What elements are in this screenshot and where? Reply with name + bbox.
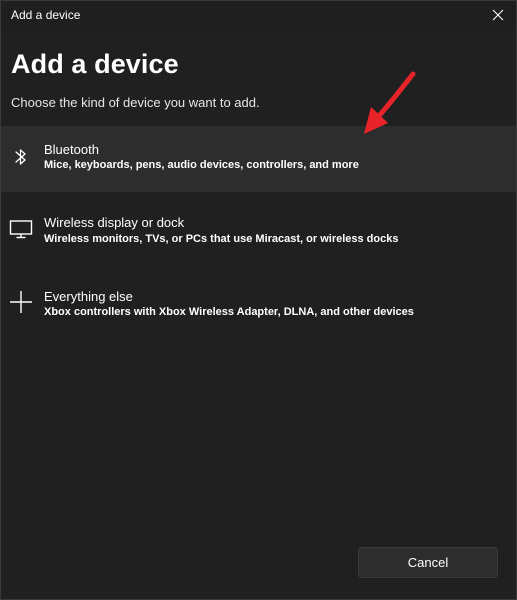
option-name: Wireless display or dock [44,215,185,230]
option-name: Everything else [44,289,133,304]
option-description: Mice, keyboards, pens, audio devices, co… [44,159,359,171]
cancel-button[interactable]: Cancel [358,547,498,578]
option-bluetooth[interactable]: Bluetooth Mice, keyboards, pens, audio d… [1,126,516,192]
page-subtitle: Choose the kind of device you want to ad… [11,95,260,110]
window-title: Add a device [11,8,81,22]
option-name: Bluetooth [44,142,99,157]
close-icon [492,9,504,21]
option-description: Wireless monitors, TVs, or PCs that use … [44,233,399,245]
option-everything-else[interactable]: Everything else Xbox controllers with Xb… [1,274,516,340]
option-description: Xbox controllers with Xbox Wireless Adap… [44,306,414,318]
title-bar: Add a device [1,1,516,29]
monitor-icon [9,217,33,241]
add-device-dialog: Add a device Add a device Choose the kin… [0,0,517,600]
plus-icon [9,290,33,314]
page-title: Add a device [11,49,179,79]
close-button[interactable] [488,5,508,25]
bluetooth-icon [9,145,33,169]
option-wireless-display[interactable]: Wireless display or dock Wireless monito… [1,200,516,266]
